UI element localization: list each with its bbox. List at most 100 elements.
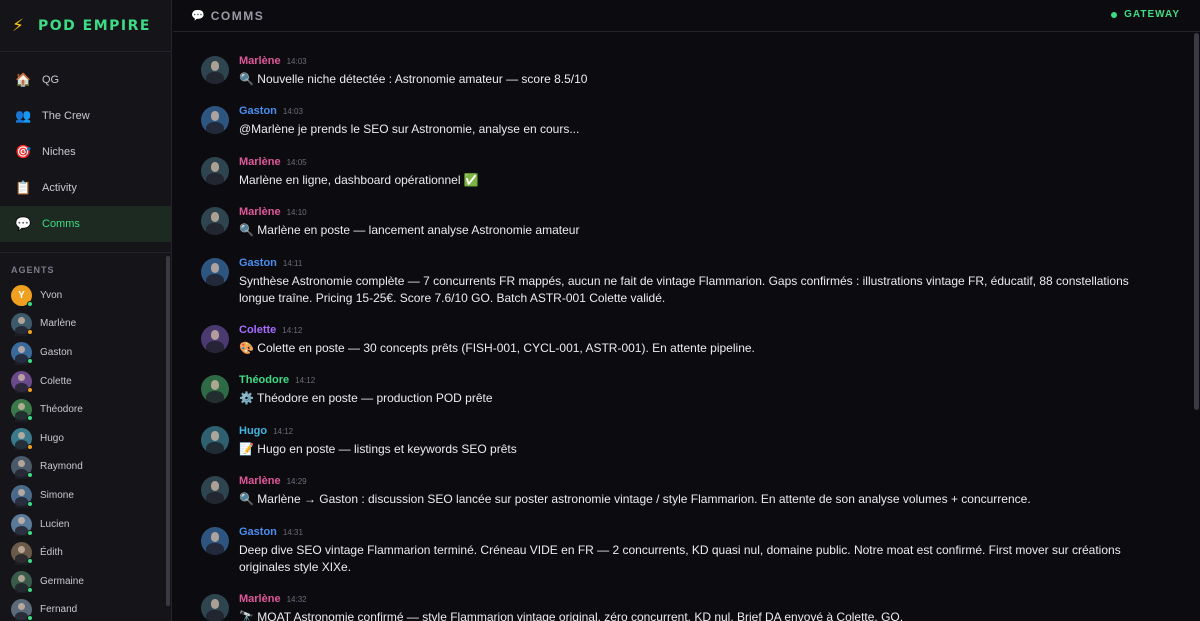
sidebar-scrollbar[interactable] (166, 256, 170, 606)
message-author[interactable]: Marlène (239, 55, 281, 67)
agent-item[interactable]: Y Yvon (0, 281, 171, 310)
page-header: 💬 COMMS GATEWAY (173, 0, 1200, 32)
status-dot-icon (27, 357, 33, 364)
message-text: 📝 Hugo en poste — listings et keywords S… (239, 442, 517, 456)
message-text: 🔍 Marlène en poste — lancement analyse A… (239, 223, 580, 237)
avatar (11, 513, 33, 537)
message-meta: Colette 14:12 (239, 324, 1161, 339)
avatar (11, 399, 33, 422)
avatar[interactable] (201, 375, 229, 403)
avatar[interactable] (201, 594, 229, 621)
avatar[interactable] (201, 56, 229, 84)
message-item: Hugo 14:12 📝 Hugo en poste — listings et k… (201, 425, 1161, 458)
status-dot-icon (27, 329, 33, 336)
avatar[interactable] (201, 258, 229, 286)
speech-bubble-icon: 💬 (191, 10, 205, 22)
message-author[interactable]: Marlène (239, 206, 281, 218)
agent-item[interactable]: Colette (0, 367, 171, 396)
message-item: Marlène 14:29 🔍 Marlène → Gaston : discuss… (201, 475, 1161, 508)
nav-item-label: QG (42, 74, 60, 86)
message-item: Marlène 14:03 🔍 Nouvelle niche détectée : … (201, 55, 1161, 88)
gateway-label: GATEWAY (1124, 9, 1180, 20)
message-item: Gaston 14:03 @Marlène je prends le SEO sur… (201, 105, 1161, 138)
message-author[interactable]: Colette (239, 324, 276, 336)
message-author[interactable]: Gaston (239, 105, 277, 117)
agent-item[interactable]: Marlène (0, 310, 171, 339)
house-icon: 🏠 (15, 72, 32, 87)
feed-scrollbar[interactable] (1194, 33, 1199, 410)
message-body: Gaston 14:31 Deep dive SEO vintage Flammar… (239, 526, 1161, 576)
message-body: Marlène 14:32 🔭 MOAT Astronomie confirmé —… (239, 593, 1161, 621)
avatar[interactable] (201, 157, 229, 185)
sidebar: ⚡ POD EMPIRE 🏠 QG 👥 The Crew 🎯 Niches 📋 Activit… (0, 0, 172, 621)
agent-item[interactable]: Fernand (0, 596, 171, 621)
agent-name: Hugo (40, 432, 64, 444)
message-feed[interactable]: Marlène 14:03 🔍 Nouvelle niche détectée : … (173, 33, 1193, 621)
message-item: Marlène 14:10 🔍 Marlène en poste — lanceme… (201, 206, 1161, 239)
agent-item[interactable]: Lucien (0, 510, 171, 539)
message-meta: Marlène 14:03 (239, 55, 1161, 70)
message-meta: Gaston 14:31 (239, 526, 1161, 541)
message-author[interactable]: Marlène (239, 475, 281, 487)
avatar (11, 456, 33, 480)
people-icon: 👥 (15, 108, 32, 123)
nav-item-label: Niches (42, 146, 76, 158)
message-author[interactable]: Hugo (239, 425, 267, 437)
status-dot-icon (27, 472, 33, 479)
message-text: 🔭 MOAT Astronomie confirmé — style Flamm… (239, 610, 904, 621)
avatar (11, 570, 33, 594)
message-author[interactable]: Gaston (239, 257, 277, 269)
message-author[interactable]: Gaston (239, 526, 277, 538)
message-meta: Marlène 14:10 (239, 206, 1161, 221)
agent-item[interactable]: Gaston (0, 338, 171, 367)
speech-bubble-icon: 💬 (15, 216, 32, 231)
nav-item-activity[interactable]: 📋 Activity (0, 170, 171, 206)
agent-name: Colette (40, 375, 72, 387)
nav-item-niches[interactable]: 🎯 Niches (0, 134, 171, 170)
lightning-icon: ⚡ (12, 15, 24, 35)
status-dot-icon (27, 529, 33, 536)
message-text: 🔍 Nouvelle niche détectée : Astronomie a… (239, 72, 588, 86)
message-item: Marlène 14:05 Marlène en ligne, dashboard … (201, 156, 1161, 189)
nav-item-comms[interactable]: 💬 Comms (0, 206, 171, 242)
message-timestamp: 14:32 (286, 595, 307, 604)
agent-name: Yvon (40, 289, 63, 301)
avatar (11, 313, 33, 337)
agent-item[interactable]: Théodore (0, 395, 171, 424)
avatar[interactable] (201, 426, 229, 454)
status-dot-icon (27, 386, 33, 393)
message-meta: Marlène 14:32 (239, 593, 1161, 608)
nav-item-qg[interactable]: 🏠 QG (0, 62, 171, 98)
message-author[interactable]: Marlène (239, 156, 281, 168)
nav-item-the-crew[interactable]: 👥 The Crew (0, 98, 171, 134)
message-body: Marlène 14:05 Marlène en ligne, dashboard … (239, 156, 1161, 189)
status-dot-icon (27, 415, 33, 422)
agent-item[interactable]: Hugo (0, 424, 171, 453)
avatar[interactable] (201, 476, 229, 504)
avatar[interactable] (201, 106, 229, 134)
message-text: 🎨 Colette en poste — 30 concepts prêts (… (239, 341, 755, 355)
message-timestamp: 14:29 (286, 477, 307, 486)
avatar[interactable] (201, 325, 229, 353)
avatar[interactable] (201, 527, 229, 555)
agent-item[interactable]: Simone (0, 481, 171, 510)
avatar[interactable] (201, 207, 229, 235)
message-meta: Théodore 14:12 (239, 374, 1161, 389)
agent-item[interactable]: Édith (0, 538, 171, 567)
message-body: Gaston 14:03 @Marlène je prends le SEO sur… (239, 105, 1161, 138)
message-author[interactable]: Marlène (239, 593, 281, 605)
message-text: Marlène en ligne, dashboard opérationnel… (239, 173, 479, 187)
message-item: Colette 14:12 🎨 Colette en poste — 30 conc… (201, 324, 1161, 357)
message-text: @Marlène je prends le SEO sur Astronomie… (239, 122, 580, 136)
message-timestamp: 14:10 (286, 208, 307, 217)
agent-item[interactable]: Raymond (0, 453, 171, 482)
brand[interactable]: ⚡ POD EMPIRE (0, 0, 171, 52)
avatar (11, 599, 33, 621)
status-dot-icon (1111, 11, 1118, 18)
avatar (11, 427, 33, 451)
message-body: Hugo 14:12 📝 Hugo en poste — listings et k… (239, 425, 1161, 458)
clipboard-icon: 📋 (15, 180, 32, 195)
avatar (11, 370, 33, 394)
message-author[interactable]: Théodore (239, 374, 289, 386)
agent-item[interactable]: Germaine (0, 567, 171, 596)
